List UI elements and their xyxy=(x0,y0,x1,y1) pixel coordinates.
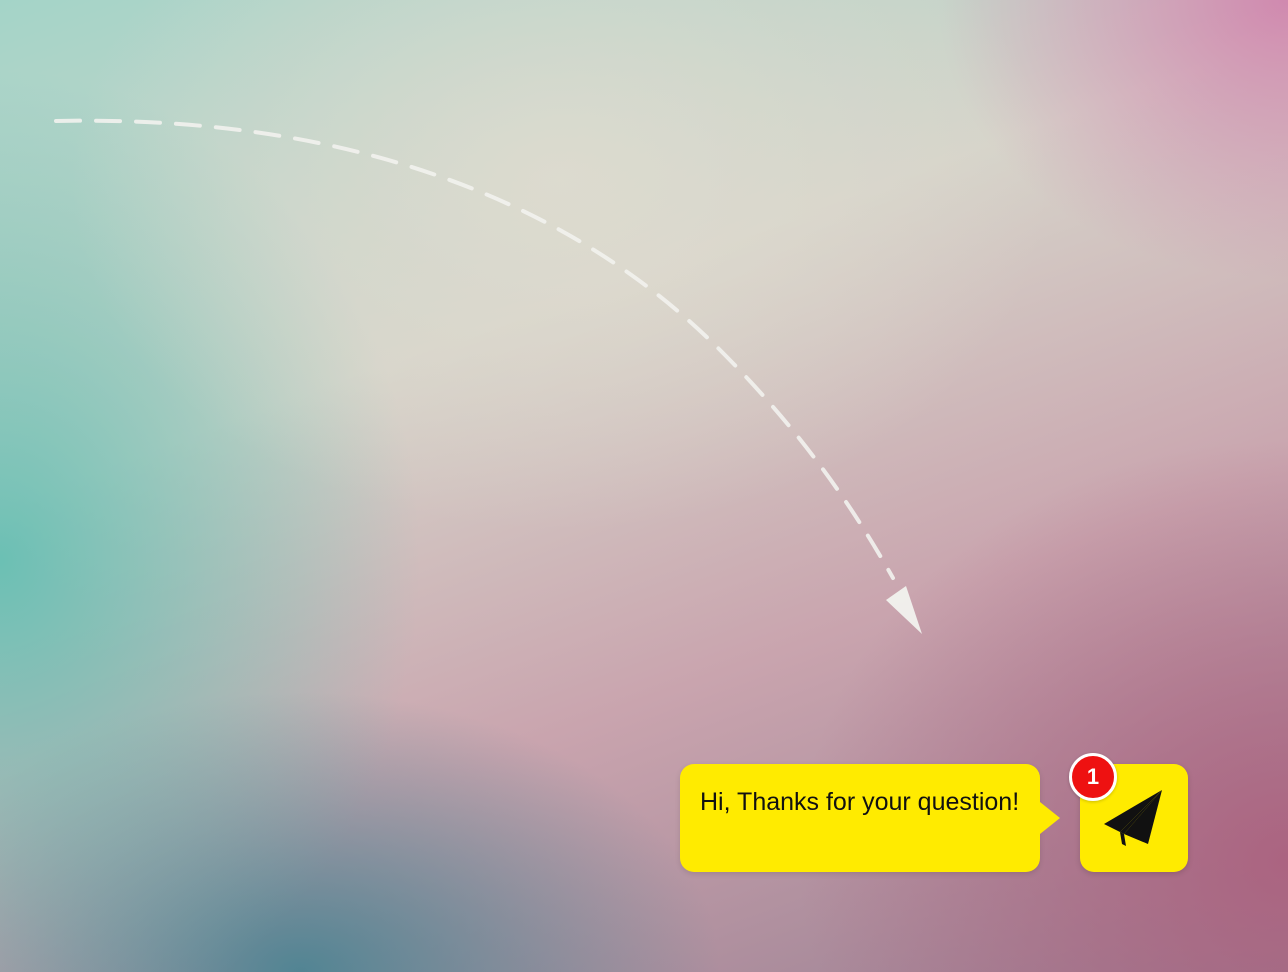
notification-badge: 1 xyxy=(1069,753,1117,801)
chat-greeting-message: Hi, Thanks for your question! xyxy=(700,788,1020,816)
chat-greeting-bubble[interactable]: Hi, Thanks for your question! xyxy=(680,764,1060,872)
bubble-tail xyxy=(1040,802,1060,834)
paper-plane-icon xyxy=(1104,790,1162,846)
